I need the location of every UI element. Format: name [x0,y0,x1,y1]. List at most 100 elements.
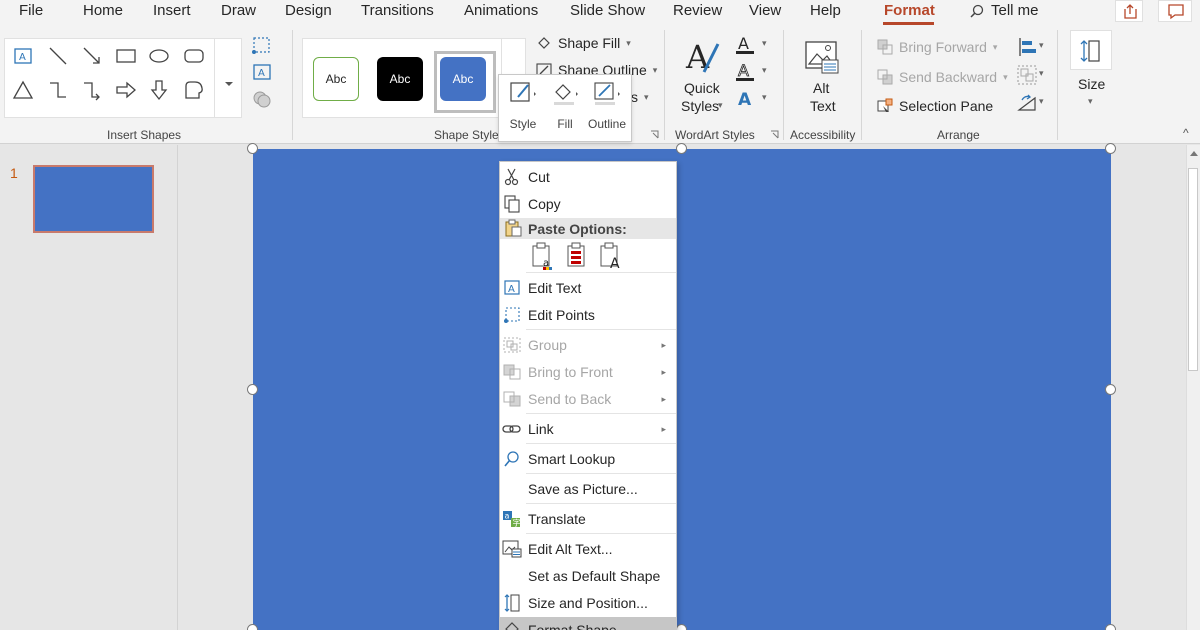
tab-slide-show[interactable]: Slide Show [570,2,645,19]
shape-style-outline-green[interactable]: Abc [313,57,359,101]
rounded-rectangle-shape-icon[interactable] [183,45,205,67]
down-arrow-shape-icon[interactable] [148,79,170,101]
menu-item-bring-to-front[interactable]: Bring to Front ▸ [500,359,676,385]
text-fill-icon[interactable]: A [734,34,756,56]
paint-bucket-icon [554,84,578,105]
shapes-gallery-more-button[interactable] [214,38,242,118]
tab-file[interactable]: File [19,2,43,19]
menu-item-link[interactable]: Link ▸ [500,416,676,442]
selection-pane-button[interactable]: Selection Pane [877,98,993,114]
elbow-arrow-connector-shape-icon[interactable] [81,79,103,101]
menu-item-format-shape[interactable]: Format Shape... [500,617,676,630]
slide-thumbnail[interactable] [33,165,154,233]
bring-forward-button[interactable]: Bring Forward ▾ [877,39,997,55]
menu-item-edit-points[interactable]: Edit Points [500,302,676,328]
resize-handle-middle-left[interactable] [247,384,258,395]
mini-outline-button[interactable]: Outline [585,79,629,131]
tell-me-box[interactable]: Tell me [991,2,1039,19]
rectangle-shape-icon[interactable] [115,45,137,67]
menu-item-cut[interactable]: Cut [500,164,676,190]
menu-item-set-default-shape[interactable]: Set as Default Shape [500,563,676,589]
rotate-icon[interactable] [1016,92,1038,114]
resize-handle-bottom-right[interactable] [1105,624,1116,630]
merge-shapes-icon[interactable] [251,88,273,110]
menu-item-edit-alt-text[interactable]: Edit Alt Text... [500,536,676,562]
elbow-connector-shape-icon[interactable] [47,79,69,101]
alt-text-icon[interactable] [804,40,840,74]
paint-bucket-icon [505,622,519,630]
paste-keep-text-only-icon[interactable]: A [598,242,626,270]
menu-item-label: Save as Picture... [528,481,638,497]
comments-button[interactable] [1158,0,1192,22]
tab-design[interactable]: Design [285,2,332,19]
share-button[interactable] [1115,0,1143,22]
paste-use-destination-theme-icon[interactable]: a [530,242,556,270]
group-label-insert-shapes: Insert Shapes [107,128,182,142]
arrow-line-shape-icon[interactable] [81,45,103,67]
dialog-launcher-icon[interactable] [770,130,779,139]
menu-item-edit-text[interactable]: A Edit Text [500,275,676,301]
selected-rectangle-shape[interactable] [253,149,1111,630]
tab-insert[interactable]: Insert [153,2,191,19]
scrollbar-thumb[interactable] [1188,168,1198,371]
dialog-launcher-icon[interactable] [650,130,659,139]
size-icon [1080,40,1100,62]
dropdown-arrow-icon: ▾ [762,65,767,75]
quick-styles-label-line2[interactable]: Styles [681,98,719,114]
tab-view[interactable]: View [749,2,781,19]
alt-text-label-line2[interactable]: Text [810,98,836,114]
size-label[interactable]: Size [1078,76,1105,92]
right-arrow-shape-icon[interactable] [115,79,137,101]
shape-style-fill-blue[interactable]: Abc [440,57,486,101]
menu-item-smart-lookup[interactable]: Smart Lookup [500,446,676,472]
menu-item-size-and-position[interactable]: Size and Position... [500,590,676,616]
resize-handle-top-center[interactable] [676,143,687,154]
menu-item-group[interactable]: Group ▸ [500,332,676,358]
tab-draw[interactable]: Draw [221,2,256,19]
freeform-shape-icon[interactable] [183,79,205,101]
menu-item-send-to-back[interactable]: Send to Back ▸ [500,386,676,412]
size-button-frame[interactable] [1070,30,1112,70]
mini-style-button[interactable]: Style [501,79,545,131]
send-backward-icon [877,69,893,85]
resize-handle-top-left[interactable] [247,143,258,154]
menu-item-save-as-picture[interactable]: Save as Picture... [500,476,676,502]
mini-fill-button[interactable]: Fill [543,79,587,131]
group-objects-icon[interactable] [1016,64,1038,86]
triangle-shape-icon[interactable] [12,79,34,101]
resize-handle-bottom-center[interactable] [676,624,687,630]
paste-picture-icon[interactable] [564,242,590,270]
tab-home[interactable]: Home [83,2,123,19]
tab-help[interactable]: Help [810,2,841,19]
text-box-shape-icon[interactable]: A [12,45,34,67]
menu-item-copy[interactable]: Copy [500,191,676,217]
tab-animations[interactable]: Animations [464,2,538,19]
oval-shape-icon[interactable] [148,45,170,67]
tab-format[interactable]: Format [884,2,935,19]
resize-handle-bottom-left[interactable] [247,624,258,630]
slide-thumbnails-pane: 1 [0,145,178,630]
scroll-up-icon[interactable] [1189,149,1199,157]
shapes-gallery[interactable]: A [4,38,242,118]
shape-fill-button[interactable]: Shape Fill ▾ [536,35,631,51]
alt-text-label-line1[interactable]: Alt [813,80,829,96]
shape-effects-button[interactable]: s ▾ [631,89,649,105]
send-backward-button[interactable]: Send Backward ▾ [877,69,1008,85]
resize-handle-middle-right[interactable] [1105,384,1116,395]
quick-styles-label-line1[interactable]: Quick [684,80,720,96]
align-icon[interactable] [1016,36,1038,58]
menu-item-translate[interactable]: a 字 Translate [500,506,676,532]
collapse-ribbon-icon[interactable]: ^ [1183,126,1189,140]
shape-styles-gallery[interactable]: Abc Abc Abc [302,38,526,119]
text-outline-icon[interactable]: A [734,61,756,83]
draw-text-box-icon[interactable]: A [251,61,273,83]
shape-style-fill-black[interactable]: Abc [377,57,423,101]
resize-handle-top-right[interactable] [1105,143,1116,154]
tab-review[interactable]: Review [673,2,722,19]
edit-shape-icon[interactable] [251,34,273,56]
tab-transitions[interactable]: Transitions [361,2,434,19]
menu-item-label: Edit Points [528,307,595,323]
line-shape-icon[interactable] [47,45,69,67]
text-effects-icon[interactable]: A [734,88,756,110]
chevron-down-icon [225,82,233,86]
